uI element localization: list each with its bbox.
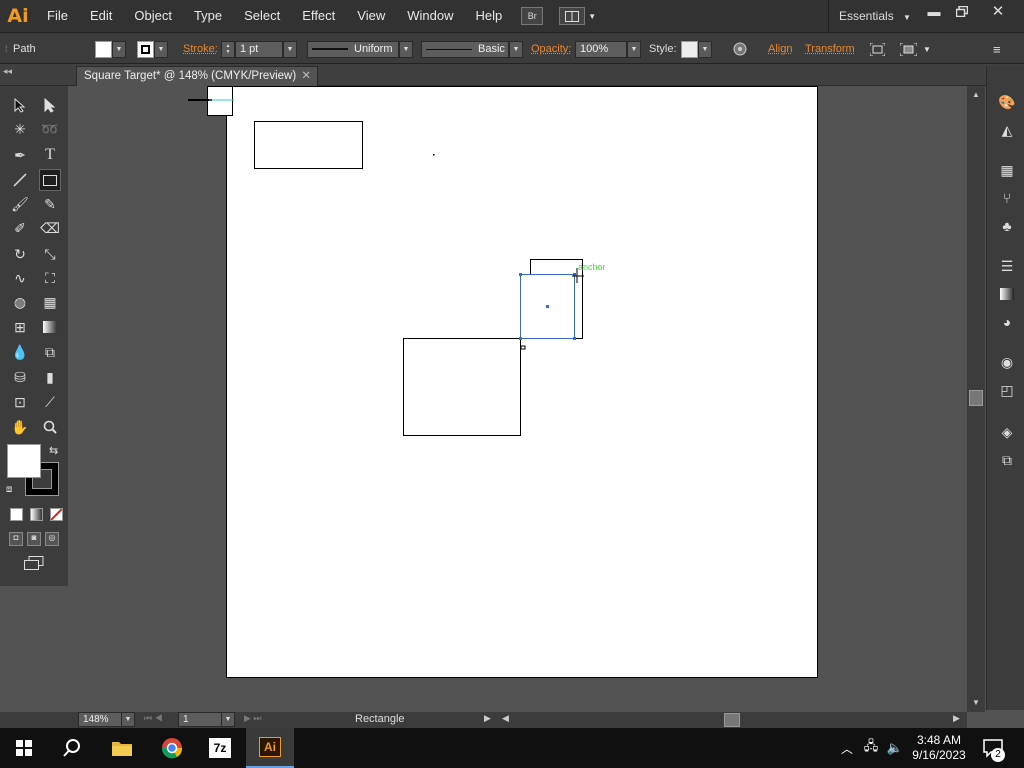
color-guide-panel-button[interactable]: ◭ [997, 120, 1017, 140]
volume-muted-icon: 🔈 [886, 740, 904, 755]
horizontal-scrollbar[interactable]: ◀ ▶ [500, 712, 967, 728]
notification-count-badge: 2 [991, 748, 1005, 762]
stray-point[interactable] [433, 154, 435, 156]
status-menu-icon[interactable]: ▶ [484, 713, 491, 724]
transparency-icon: ◕ [1002, 314, 1012, 330]
current-tool-status: Rectangle [355, 713, 405, 725]
anchor-point-br[interactable] [573, 337, 576, 340]
graphic-styles-icon: ◰ [1000, 381, 1014, 398]
network-button[interactable]: 🖧 [860, 728, 882, 768]
color-panel-button[interactable]: 🎨 [997, 92, 1017, 112]
artboard-number-input[interactable]: 1 [178, 712, 222, 727]
center-point [546, 305, 549, 308]
smart-guide-label: anchor [578, 262, 606, 272]
vertical-scroll-thumb[interactable] [969, 390, 983, 406]
rectangle-shape-top[interactable] [254, 121, 363, 169]
zoom-level-input[interactable]: 148% [78, 712, 122, 727]
search-button[interactable] [48, 728, 96, 768]
artboards-icon: ⧉ [1002, 451, 1012, 468]
gradient-panel-icon [1000, 288, 1014, 300]
search-icon [63, 739, 80, 757]
palette-icon: 🎨 [998, 93, 1016, 110]
windows-logo-icon [16, 740, 32, 756]
anchor-point-tl[interactable] [519, 273, 522, 276]
gradient-panel-button[interactable] [997, 284, 1017, 304]
illustrator-taskbar-button[interactable]: Ai [246, 728, 294, 768]
appearance-icon: ◉ [1000, 353, 1014, 370]
7zip-button[interactable]: 7z [196, 728, 244, 768]
scroll-up-icon[interactable]: ▲ [972, 90, 980, 99]
panel-menu-icon: ≡ [993, 41, 1001, 57]
illustrator-app-icon: Ai [259, 737, 281, 757]
right-panel-dock: 🎨 ◭ ▦ ⑂ ♣ ☰ ◕ ◉ ◰ ◈ ⧉ [986, 66, 1024, 710]
stroke-panel-button[interactable]: ☰ [997, 256, 1017, 276]
clock[interactable]: 3:48 AM 9/16/2023 [908, 728, 970, 768]
close-icon: ✕ [991, 3, 1005, 20]
scroll-left-icon[interactable]: ◀ [502, 713, 509, 724]
chrome-icon [161, 738, 183, 759]
start-button[interactable] [0, 728, 48, 768]
anchor-point-bl[interactable] [519, 337, 522, 340]
chrome-button[interactable] [148, 728, 196, 768]
large-square-shape[interactable] [403, 338, 521, 436]
scroll-down-icon[interactable]: ▼ [972, 698, 980, 707]
status-bar: 148% ▼ ⏮ ◀ 1 ▼ ▶ ⏭ Rectangle ▶ [0, 712, 500, 728]
chevron-up-icon: ︿ [840, 741, 853, 756]
folder-icon [112, 742, 132, 756]
artwork-layer: anchor [188, 86, 606, 436]
clock-time: 3:48 AM [916, 733, 962, 747]
transparency-panel-button[interactable]: ◕ [997, 312, 1017, 332]
action-center-button[interactable]: 2 [976, 728, 1010, 768]
control-bar-menu-button[interactable]: ≡ [993, 33, 1001, 65]
artboards-panel-button[interactable]: ⧉ [997, 450, 1017, 470]
swatches-panel-button[interactable]: ▦ [997, 160, 1017, 180]
color-guide-icon: ◭ [1001, 121, 1013, 138]
clock-date: 9/16/2023 [912, 748, 966, 762]
artboard-nav-first-icon[interactable]: ⏮ ◀ [144, 713, 163, 724]
pointer-marker [520, 345, 526, 350]
brushes-panel-button[interactable]: ⑂ [997, 188, 1017, 208]
horizontal-scroll-thumb[interactable] [724, 713, 740, 727]
artboard-nav-last-icon[interactable]: ▶ ⏭ [244, 713, 262, 724]
7zip-icon: 7z [209, 738, 231, 758]
symbols-panel-button[interactable]: ♣ [997, 216, 1017, 236]
brushes-icon: ⑂ [1002, 190, 1012, 206]
windows-taskbar: 7z Ai ︿ 🖧 🔈 3:48 AM 9/16/2023 2 [0, 728, 1024, 768]
zoom-dropdown[interactable]: ▼ [121, 712, 135, 727]
club-symbol-icon: ♣ [1002, 218, 1012, 234]
layers-panel-button[interactable]: ◈ [997, 422, 1017, 442]
layers-icon: ◈ [1001, 423, 1013, 440]
show-hidden-icons-button[interactable]: ︿ [838, 728, 856, 768]
vertical-scrollbar[interactable]: ▲ ▼ [967, 86, 985, 712]
network-icon: 🖧 [863, 738, 879, 753]
file-explorer-button[interactable] [98, 728, 146, 768]
appearance-panel-button[interactable]: ◉ [997, 352, 1017, 372]
graphic-styles-panel-button[interactable]: ◰ [997, 380, 1017, 400]
swatches-icon: ▦ [1000, 161, 1014, 178]
artboard-dropdown[interactable]: ▼ [221, 712, 235, 727]
volume-button[interactable]: 🔈 [884, 728, 906, 768]
close-button[interactable]: ✕ [982, 2, 1014, 20]
stroke-lines-icon: ☰ [1000, 257, 1014, 274]
scroll-right-icon[interactable]: ▶ [953, 713, 960, 724]
